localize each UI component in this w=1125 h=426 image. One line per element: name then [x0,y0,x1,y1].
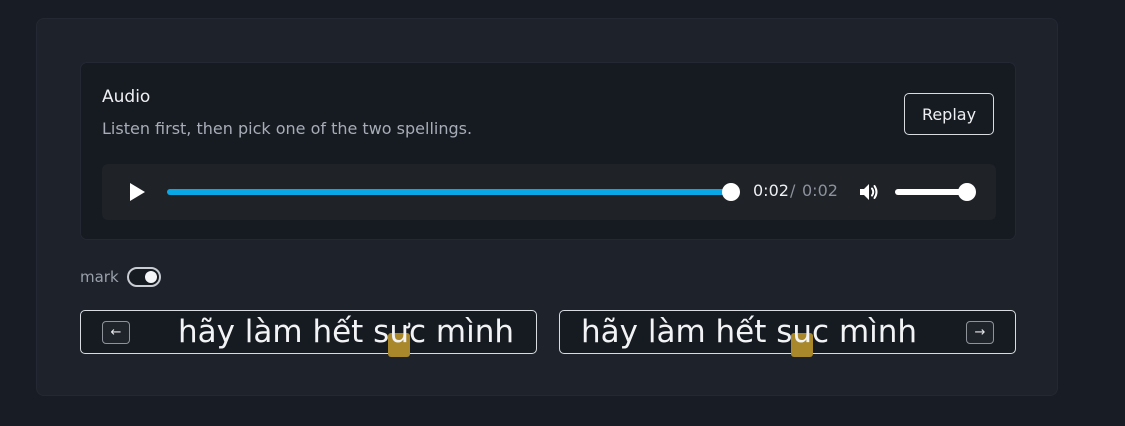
volume-slider[interactable] [895,183,976,201]
volume-fill [895,189,967,195]
highlighted-letter: u [791,314,813,357]
progress-slider[interactable] [167,183,740,201]
option-text-before: hãy làm hết s [581,314,793,350]
left-arrow-key: ← [102,321,130,344]
play-icon[interactable] [126,181,148,203]
volume-icon[interactable] [858,180,882,204]
option-text: hãy làm hết suc mình [581,313,918,357]
option-text-before: hãy làm hết s [177,314,390,350]
mark-toggle[interactable] [127,267,161,287]
option-text-after: c mình [408,314,514,350]
exercise-panel: Audio Listen first, then pick one of the… [36,18,1058,396]
current-time: 0:02 [753,181,789,200]
replay-button[interactable]: Replay [904,93,994,135]
total-time: 0:02 [802,181,838,200]
highlighted-letter: ư [388,314,410,357]
audio-title: Audio [102,87,151,107]
spelling-option-left[interactable]: ← hãy làm hết sưc mình [80,310,537,357]
audio-card: Audio Listen first, then pick one of the… [80,62,1016,240]
audio-instructions: Listen first, then pick one of the two s… [102,119,473,138]
option-text: hãy làm hết sưc mình [177,313,514,357]
progress-fill [167,189,731,195]
mark-label: mark [80,268,119,286]
option-text-after: c mình [812,314,918,350]
audio-player: 0:02 / 0:02 [102,164,996,220]
time-separator: / [790,181,796,200]
progress-thumb[interactable] [722,183,740,201]
spelling-option-right[interactable]: hãy làm hết suc mình → [559,310,1016,357]
toggle-knob [145,271,157,283]
volume-thumb[interactable] [958,183,976,201]
right-arrow-key: → [966,321,994,344]
